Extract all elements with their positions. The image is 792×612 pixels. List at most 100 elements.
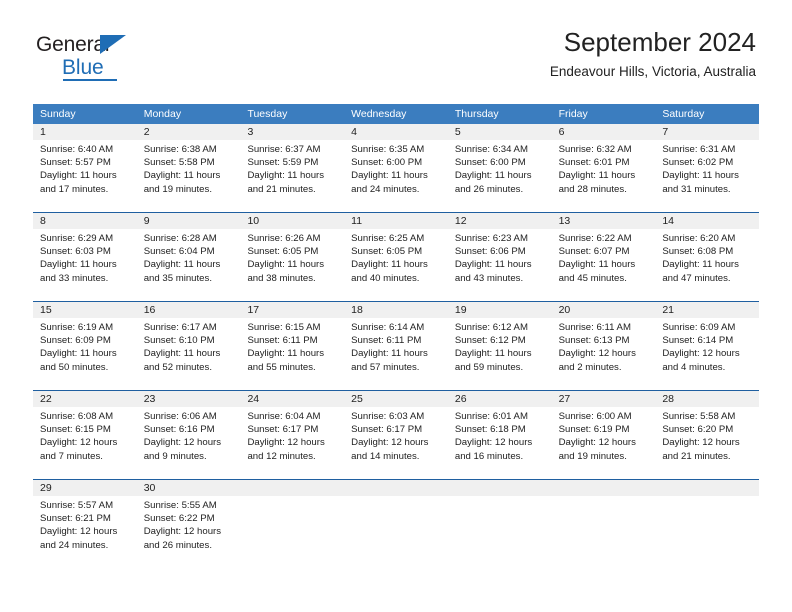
day-sunset-text: Sunset: 6:05 PM [247,246,319,258]
calendar-weeks: 1 Sunrise: 6:40 AM Sunset: 5:57 PM Daylight… [33,124,760,568]
day-sunset-text: Sunset: 6:17 PM [247,424,319,436]
day-number: 20 [551,302,656,318]
calendar-grid: Sunday Monday Tuesday Wednesday Thursday Frid… [33,104,760,568]
day-sunrise-text: Sunrise: 5:55 AM [143,500,217,511]
day-daylight-line1-text: Daylight: 11 hours [247,259,325,271]
day-cell-24[interactable]: 24 Sunrise: 6:04 AM Sunset: 6:17 PM Dayligh… [240,391,345,479]
day-daylight-line1-text: Daylight: 11 hours [662,259,739,271]
day-cell-19[interactable]: 19 Sunrise: 6:12 AM Sunset: 6:12 PM Dayligh… [447,302,552,390]
day-sunset-text: Sunset: 6:20 PM [662,424,734,436]
day-details: Sunrise: 5:58 AM Sunset: 6:20 PM Daylight:… [655,407,759,463]
day-cell-20[interactable]: 20 Sunrise: 6:11 AM Sunset: 6:13 PM Dayligh… [551,302,656,390]
day-cell-13[interactable]: 13 Sunrise: 6:22 AM Sunset: 6:07 PM Dayligh… [551,213,656,301]
day-number: 14 [655,213,760,229]
day-number [344,480,448,496]
weekday-header-friday: Friday [558,108,588,120]
day-cell-17[interactable]: 17 Sunrise: 6:15 AM Sunset: 6:11 PM Dayligh… [240,302,345,390]
day-sunrise-text: Sunrise: 6:12 AM [454,322,528,333]
day-cell-21[interactable]: 21 Sunrise: 6:09 AM Sunset: 6:14 PM Dayligh… [655,302,760,390]
day-sunset-text: Sunset: 6:07 PM [558,246,630,258]
weekday-header-tuesday: Tuesday [247,108,288,120]
day-details: Sunrise: 6:15 AM Sunset: 6:11 PM Daylight:… [240,318,344,374]
day-daylight-line1-text: Daylight: 11 hours [143,259,221,271]
day-cell-28[interactable]: 28 Sunrise: 5:58 AM Sunset: 6:20 PM Dayligh… [655,391,760,479]
day-daylight-line1-text: Daylight: 11 hours [454,348,532,360]
day-number [240,480,345,496]
day-sunrise-text: Sunrise: 6:09 AM [662,322,736,333]
day-daylight-line2-text: and 14 minutes. [351,450,420,462]
day-number: 19 [447,302,552,318]
week-cells: 22 Sunrise: 6:08 AM Sunset: 6:15 PM Dayligh… [33,391,760,479]
day-details: Sunrise: 6:37 AM Sunset: 5:59 PM Daylight:… [240,140,344,196]
day-daylight-line2-text: and 50 minutes. [40,361,109,373]
day-details: Sunrise: 6:25 AM Sunset: 6:05 PM Daylight:… [344,229,448,285]
day-sunset-text: Sunset: 6:12 PM [454,335,526,347]
day-number: 4 [344,124,448,140]
day-cell-8[interactable]: 8 Sunrise: 6:29 AM Sunset: 6:03 PM Daylight… [33,213,137,301]
day-sunset-text: Sunset: 6:02 PM [662,157,734,169]
day-details: Sunrise: 6:09 AM Sunset: 6:14 PM Daylight:… [655,318,759,374]
day-daylight-line1-text: Daylight: 12 hours [40,526,118,538]
day-sunset-text: Sunset: 5:59 PM [247,157,319,169]
day-number: 7 [655,124,760,140]
day-cell-25[interactable]: 25 Sunrise: 6:03 AM Sunset: 6:17 PM Dayligh… [344,391,448,479]
day-sunrise-text: Sunrise: 6:04 AM [247,411,321,422]
day-cell-7[interactable]: 7 Sunrise: 6:31 AM Sunset: 6:02 PM Daylight… [655,124,760,212]
day-details: Sunrise: 6:22 AM Sunset: 6:07 PM Daylight:… [552,229,656,285]
day-number: 6 [551,124,656,140]
day-cell-4[interactable]: 4 Sunrise: 6:35 AM Sunset: 6:00 PM Daylight… [344,124,448,212]
day-cell-16[interactable]: 16 Sunrise: 6:17 AM Sunset: 6:10 PM Dayligh… [136,302,241,390]
day-cell-30[interactable]: 30 Sunrise: 5:55 AM Sunset: 6:22 PM Dayligh… [136,480,241,568]
day-daylight-line1-text: Daylight: 11 hours [454,259,532,271]
day-cell-empty [551,480,656,568]
day-details: Sunrise: 6:34 AM Sunset: 6:00 PM Daylight:… [448,140,552,196]
day-sunrise-text: Sunrise: 6:14 AM [351,322,425,333]
day-cell-6[interactable]: 6 Sunrise: 6:32 AM Sunset: 6:01 PM Daylight… [551,124,656,212]
day-cell-26[interactable]: 26 Sunrise: 6:01 AM Sunset: 6:18 PM Dayligh… [447,391,552,479]
day-sunrise-text: Sunrise: 6:25 AM [351,233,425,244]
day-details: Sunrise: 6:32 AM Sunset: 6:01 PM Daylight:… [552,140,656,196]
day-daylight-line1-text: Daylight: 11 hours [454,170,532,182]
calendar-week-row: 29 Sunrise: 5:57 AM Sunset: 6:21 PM Dayligh… [33,479,760,568]
logo-top-row: General [36,34,144,56]
day-number: 22 [33,391,137,407]
day-sunrise-text: Sunrise: 6:19 AM [40,322,114,333]
day-cell-2[interactable]: 2 Sunrise: 6:38 AM Sunset: 5:58 PM Daylight… [136,124,241,212]
day-cell-23[interactable]: 23 Sunrise: 6:06 AM Sunset: 6:16 PM Dayligh… [136,391,241,479]
day-cell-27[interactable]: 27 Sunrise: 6:00 AM Sunset: 6:19 PM Dayligh… [551,391,656,479]
day-details: Sunrise: 6:35 AM Sunset: 6:00 PM Daylight:… [344,140,448,196]
day-details: Sunrise: 5:57 AM Sunset: 6:21 PM Daylight:… [33,496,137,552]
day-sunset-text: Sunset: 6:08 PM [662,246,734,258]
day-cell-10[interactable]: 10 Sunrise: 6:26 AM Sunset: 6:05 PM Dayligh… [240,213,345,301]
day-daylight-line1-text: Daylight: 11 hours [40,170,117,182]
day-cell-29[interactable]: 29 Sunrise: 5:57 AM Sunset: 6:21 PM Dayligh… [33,480,137,568]
day-daylight-line2-text: and 31 minutes. [662,183,731,195]
day-details: Sunrise: 6:12 AM Sunset: 6:12 PM Daylight:… [448,318,552,374]
day-sunrise-text: Sunrise: 6:20 AM [662,233,736,244]
day-sunset-text: Sunset: 6:18 PM [454,424,526,436]
day-daylight-line2-text: and 12 minutes. [247,450,316,462]
day-cell-1[interactable]: 1 Sunrise: 6:40 AM Sunset: 5:57 PM Daylight… [33,124,137,212]
day-cell-12[interactable]: 12 Sunrise: 6:23 AM Sunset: 6:06 PM Dayligh… [447,213,552,301]
calendar-week-row: 22 Sunrise: 6:08 AM Sunset: 6:15 PM Dayligh… [33,390,760,479]
day-number: 17 [240,302,345,318]
day-cell-22[interactable]: 22 Sunrise: 6:08 AM Sunset: 6:15 PM Dayligh… [33,391,137,479]
day-cell-empty [344,480,448,568]
day-daylight-line2-text: and 19 minutes. [558,450,627,462]
day-details: Sunrise: 6:20 AM Sunset: 6:08 PM Daylight:… [655,229,759,285]
day-daylight-line1-text: Daylight: 12 hours [40,437,118,449]
day-cell-14[interactable]: 14 Sunrise: 6:20 AM Sunset: 6:08 PM Dayligh… [655,213,760,301]
day-cell-9[interactable]: 9 Sunrise: 6:28 AM Sunset: 6:04 PM Daylight… [136,213,241,301]
day-cell-18[interactable]: 18 Sunrise: 6:14 AM Sunset: 6:11 PM Dayligh… [344,302,448,390]
day-cell-5[interactable]: 5 Sunrise: 6:34 AM Sunset: 6:00 PM Daylight… [447,124,552,212]
day-cell-3[interactable]: 3 Sunrise: 6:37 AM Sunset: 5:59 PM Daylight… [240,124,345,212]
day-sunset-text: Sunset: 6:11 PM [247,335,318,347]
day-cell-15[interactable]: 15 Sunrise: 6:19 AM Sunset: 6:09 PM Dayligh… [33,302,137,390]
day-sunrise-text: Sunrise: 6:32 AM [558,144,632,155]
logo-word-general: General [36,33,110,56]
day-cell-11[interactable]: 11 Sunrise: 6:25 AM Sunset: 6:05 PM Dayligh… [344,213,448,301]
page-header: General Blue September 2024 Endeavour Hi… [0,0,792,81]
weekday-header-row: Sunday Monday Tuesday Wednesday Thursday Frid… [33,104,759,124]
day-sunset-text: Sunset: 6:00 PM [351,157,423,169]
day-sunrise-text: Sunrise: 6:34 AM [454,144,528,155]
